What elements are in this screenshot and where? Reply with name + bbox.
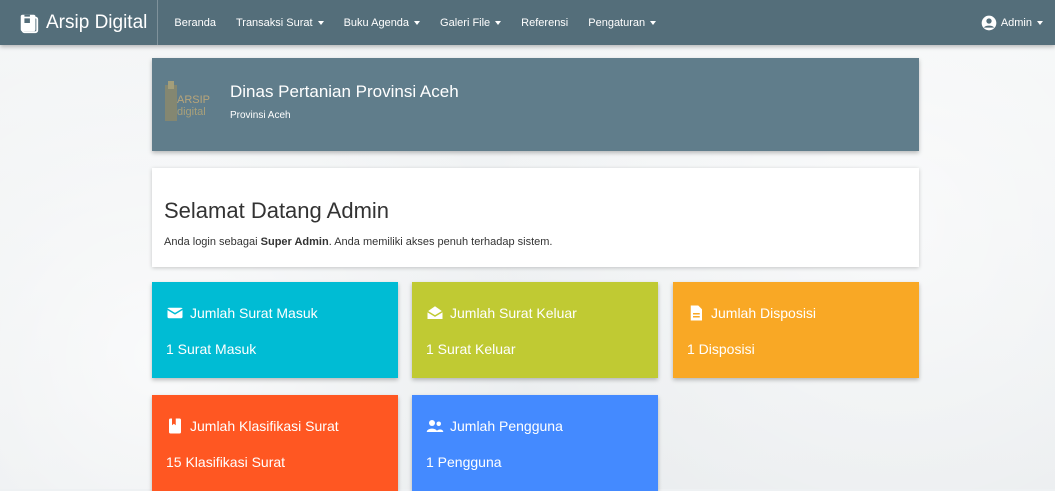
navbar: Arsip Digital Beranda Transaksi Surat Bu… <box>0 0 1055 45</box>
welcome-text: Anda login sebagai Super Admin. Anda mem… <box>164 236 552 248</box>
tile-title: Jumlah Pengguna <box>450 418 563 434</box>
caret-down-icon <box>317 20 324 25</box>
envelope-open-icon <box>427 306 443 319</box>
tile-disposisi[interactable]: Jumlah Disposisi 1 Disposisi <box>673 282 919 378</box>
tile-title: Jumlah Surat Masuk <box>190 305 318 321</box>
institution-name: Dinas Pertanian Provinsi Aceh <box>230 82 459 101</box>
menu-buku-agenda[interactable]: Buku Agenda <box>334 17 430 29</box>
book-icon <box>20 14 39 33</box>
role-label: Super Admin <box>260 236 329 248</box>
tile-title: Jumlah Klasifikasi Surat <box>190 418 339 434</box>
welcome-prefix: Anda login sebagai <box>164 236 261 248</box>
caret-down-icon <box>1037 20 1043 25</box>
envelope-icon <box>167 307 183 319</box>
user-menu[interactable]: Admin <box>981 0 1043 45</box>
tile-surat-masuk[interactable]: Jumlah Surat Masuk 1 Surat Masuk <box>152 282 398 378</box>
welcome-suffix: . Anda memiliki akses penuh terhadap sis… <box>328 236 553 248</box>
bookmark-icon <box>169 418 181 434</box>
tile-header: Jumlah Pengguna <box>426 417 563 435</box>
caret-down-icon <box>495 20 502 25</box>
tile-klasifikasi-surat[interactable]: Jumlah Klasifikasi Surat 15 Klasifikasi … <box>152 395 398 491</box>
tile-value: 1 Surat Masuk <box>166 341 257 357</box>
menu-label: Referensi <box>521 16 569 29</box>
file-icon <box>690 305 702 321</box>
menu-transaksi-surat[interactable]: Transaksi Surat <box>226 17 334 29</box>
users-icon <box>426 420 444 432</box>
user-circle-icon <box>981 15 997 30</box>
tile-pengguna[interactable]: Jumlah Pengguna 1 Pengguna <box>412 395 658 491</box>
svg-text:ARSIP: ARSIP <box>177 94 210 106</box>
tile-surat-keluar[interactable]: Jumlah Surat Keluar 1 Surat Keluar <box>412 282 658 378</box>
tile-header: Jumlah Klasifikasi Surat <box>166 417 339 435</box>
caret-down-icon <box>650 20 657 25</box>
caret-down-icon <box>414 20 421 25</box>
tile-header: Jumlah Surat Masuk <box>166 304 318 322</box>
tile-value: 1 Surat Keluar <box>426 341 516 357</box>
menu-beranda[interactable]: Beranda <box>164 17 226 29</box>
user-name: Admin <box>1000 16 1032 29</box>
menu-galeri-file[interactable]: Galeri File <box>430 17 511 29</box>
welcome-card: Selamat Datang Admin Anda login sebagai … <box>152 168 919 267</box>
institution-header: ARSIP digital Dinas Pertanian Provinsi A… <box>152 58 919 151</box>
welcome-title: Selamat Datang Admin <box>164 198 390 223</box>
tile-title: Jumlah Disposisi <box>711 305 817 321</box>
tile-header: Jumlah Surat Keluar <box>426 304 577 322</box>
institution-subtitle: Provinsi Aceh <box>230 110 291 121</box>
menu-label: Transaksi Surat <box>235 16 313 29</box>
tile-title: Jumlah Surat Keluar <box>450 305 577 321</box>
menu-referensi[interactable]: Referensi <box>511 17 578 29</box>
arsip-digital-logo: ARSIP digital <box>165 81 210 121</box>
tile-header: Jumlah Disposisi <box>687 304 816 322</box>
tile-value: 15 Klasifikasi Surat <box>166 454 286 470</box>
menu-label: Galeri File <box>440 16 491 29</box>
tile-value: 1 Pengguna <box>426 454 502 470</box>
tile-value: 1 Disposisi <box>687 341 755 357</box>
brand-link[interactable]: Arsip Digital <box>0 0 159 45</box>
menu-label: Pengaturan <box>588 16 646 29</box>
brand-title: Arsip Digital <box>46 11 148 33</box>
main-menu: Beranda Transaksi Surat Buku Agenda Gale… <box>164 17 666 29</box>
svg-text:digital: digital <box>177 106 206 118</box>
menu-pengaturan[interactable]: Pengaturan <box>578 17 666 29</box>
menu-label: Buku Agenda <box>343 16 410 29</box>
menu-label: Beranda <box>174 16 216 29</box>
